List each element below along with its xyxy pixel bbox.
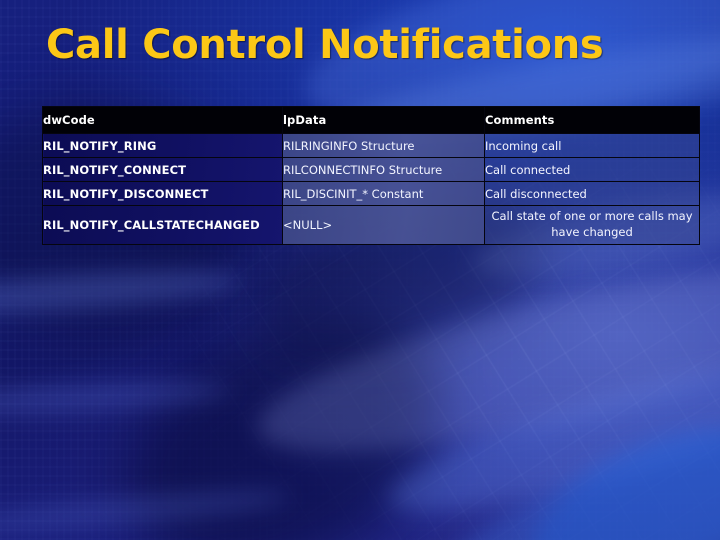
- cell-comments: Call state of one or more calls may have…: [484, 205, 700, 245]
- table-row: RIL_NOTIFY_DISCONNECT RIL_DISCINIT_* Con…: [42, 181, 700, 206]
- cell-dwcode: RIL_NOTIFY_CALLSTATECHANGED: [42, 205, 283, 245]
- slide-background-mesh-pattern: [0, 0, 720, 540]
- cell-lpdata: RIL_DISCINIT_* Constant: [282, 181, 485, 206]
- slide-canvas: Call Control Notifications dwCode lpData…: [0, 0, 720, 540]
- table-row: RIL_NOTIFY_CONNECT RILCONNECTINFO Struct…: [42, 157, 700, 182]
- slide-title: Call Control Notifications: [46, 22, 604, 68]
- notifications-table: dwCode lpData Comments RIL_NOTIFY_RING R…: [42, 106, 700, 245]
- cell-dwcode: RIL_NOTIFY_CONNECT: [42, 157, 283, 182]
- table-row: RIL_NOTIFY_RING RILRINGINFO Structure In…: [42, 133, 700, 158]
- cell-comments: Call disconnected: [484, 181, 700, 206]
- cell-lpdata: RILRINGINFO Structure: [282, 133, 485, 158]
- cell-dwcode: RIL_NOTIFY_DISCONNECT: [42, 181, 283, 206]
- table-body: RIL_NOTIFY_RING RILRINGINFO Structure In…: [42, 133, 700, 245]
- slide-background-light-streaks: [0, 0, 720, 540]
- table-header-row: dwCode lpData Comments: [42, 106, 700, 134]
- table-header: dwCode lpData Comments: [42, 106, 700, 134]
- cell-lpdata: <NULL>: [282, 205, 485, 245]
- slide-background-gradient: [0, 0, 720, 540]
- cell-dwcode: RIL_NOTIFY_RING: [42, 133, 283, 158]
- table-row: RIL_NOTIFY_CALLSTATECHANGED <NULL> Call …: [42, 205, 700, 245]
- cell-comments: Incoming call: [484, 133, 700, 158]
- slide-background-binary-texture: [0, 0, 720, 540]
- column-header-comments: Comments: [484, 106, 700, 134]
- column-header-dwcode: dwCode: [42, 106, 283, 134]
- column-header-lpdata: lpData: [282, 106, 485, 134]
- cell-lpdata: RILCONNECTINFO Structure: [282, 157, 485, 182]
- cell-comments: Call connected: [484, 157, 700, 182]
- notifications-table-container: dwCode lpData Comments RIL_NOTIFY_RING R…: [42, 106, 700, 245]
